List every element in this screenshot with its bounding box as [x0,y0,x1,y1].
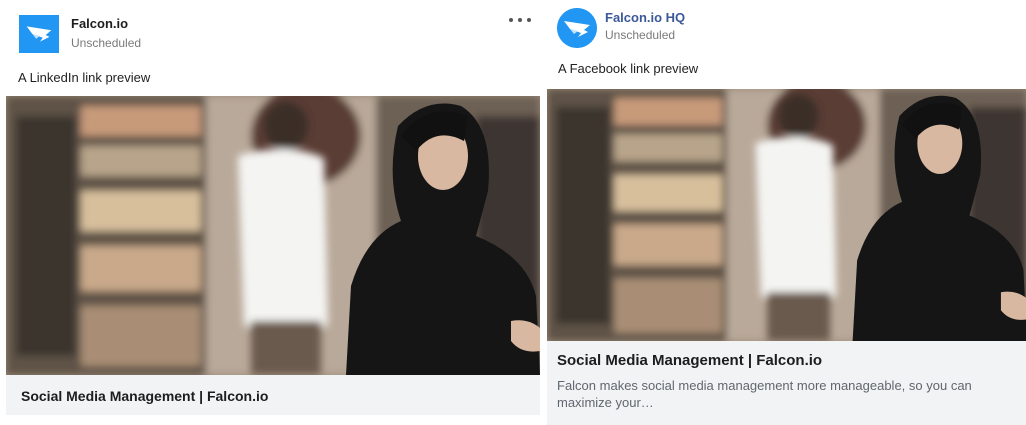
facebook-preview-card: Falcon.io HQ Unscheduled A Facebook link… [545,0,1026,425]
post-caption: A LinkedIn link preview [18,70,151,85]
falcon-logo-avatar [19,15,59,53]
link-description: Falcon makes social media management mor… [557,378,972,410]
link-preview-bar[interactable]: Social Media Management | Falcon.io Falc… [547,341,1026,425]
schedule-status: Unscheduled [71,36,142,50]
link-preview-bar[interactable]: Social Media Management | Falcon.io [6,375,540,415]
account-name[interactable]: Falcon.io HQ [605,10,685,25]
schedule-status: Unscheduled [605,28,676,42]
more-options-icon[interactable] [507,12,533,26]
link-preview-image[interactable] [6,96,540,375]
post-caption: A Facebook link preview [558,61,699,76]
falcon-bird-icon [557,8,597,48]
link-preview-image[interactable] [547,89,1026,341]
link-title[interactable]: Social Media Management | Falcon.io [557,352,822,369]
shopping-scene-image [547,89,1026,341]
link-title[interactable]: Social Media Management | Falcon.io [21,388,268,404]
account-name[interactable]: Falcon.io [71,16,128,31]
linkedin-preview-card: Falcon.io Unscheduled A LinkedIn link pr… [0,0,545,425]
falcon-hq-avatar [557,8,597,48]
shopping-scene-image [6,96,540,375]
falcon-bird-icon [20,15,58,53]
